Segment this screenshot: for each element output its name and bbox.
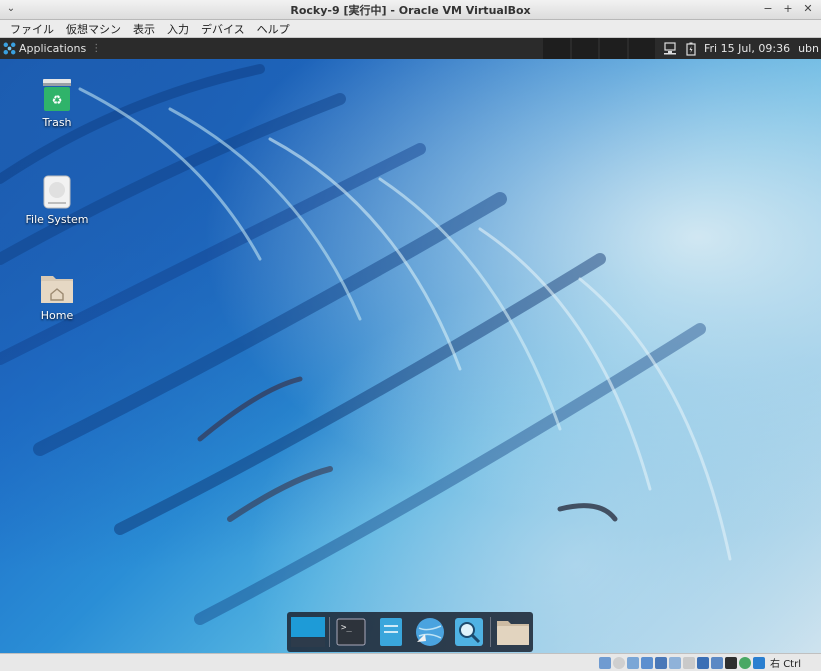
guest-top-panel: Applications ⋮ Fri 15 Jul, 09:36 ubn [0, 38, 821, 59]
panel-tray: Fri 15 Jul, 09:36 ubn [662, 38, 821, 59]
shared-folder-icon[interactable] [669, 656, 682, 669]
desktop-icon-file-system[interactable]: File System [12, 174, 102, 226]
applications-logo-icon [3, 42, 16, 55]
optical-drive-icon[interactable] [613, 656, 626, 669]
wallpaper [0, 64, 732, 625]
network-status-icon[interactable] [641, 656, 654, 669]
minimize-icon[interactable]: − [761, 2, 775, 16]
audio-icon[interactable] [627, 656, 640, 669]
network-icon[interactable] [662, 41, 678, 56]
mouse-integration-icon[interactable] [739, 656, 752, 669]
panel-clock[interactable]: Fri 15 Jul, 09:36 [704, 42, 790, 55]
panel-grip-icon: ⋮ [91, 43, 102, 54]
workspace-1[interactable] [543, 38, 570, 59]
dock-file-manager[interactable] [373, 615, 408, 649]
search-icon [454, 618, 483, 646]
menu-devices[interactable]: デバイス [195, 21, 251, 37]
drive-icon [43, 175, 71, 209]
svg-text:>_: >_ [341, 623, 352, 633]
panel-user[interactable]: ubn [798, 42, 819, 55]
menu-input[interactable]: 入力 [161, 21, 195, 37]
desktop-icon-label: File System [25, 213, 89, 226]
dock: >_ [287, 612, 533, 652]
host-key-label: 右 Ctrl [770, 659, 801, 670]
web-browser-icon [415, 618, 444, 646]
vbox-menubar: ファイル 仮想マシン 表示 入力 デバイス ヘルプ [0, 20, 821, 38]
dock-web-browser[interactable] [412, 615, 447, 649]
show-desktop-icon [290, 617, 325, 647]
home-folder-icon [41, 276, 73, 303]
dock-separator [490, 617, 492, 647]
usb-icon[interactable] [655, 656, 668, 669]
clipboard-icon[interactable] [683, 656, 696, 669]
recording-icon[interactable] [711, 656, 724, 669]
menu-help[interactable]: ヘルプ [251, 21, 296, 37]
dock-terminal[interactable]: >_ [334, 615, 369, 649]
vbox-statusbar: 右 Ctrl [0, 653, 821, 671]
folder-icon [496, 621, 529, 645]
hdd-status-icon[interactable] [599, 656, 612, 669]
battery-icon[interactable] [686, 42, 696, 56]
applications-menu-button[interactable]: Applications ⋮ [0, 38, 101, 59]
window-title: Rocky-9 [実行中] - Oracle VM VirtualBox [290, 3, 531, 17]
close-icon[interactable]: ✕ [801, 2, 815, 16]
trash-icon: ♻ [43, 79, 71, 111]
menu-view[interactable]: 表示 [127, 21, 161, 37]
display-icon[interactable] [697, 656, 710, 669]
desktop-icon-label: Trash [42, 116, 72, 129]
desktop-icon-trash[interactable]: ♻ Trash [12, 77, 102, 129]
maximize-icon[interactable]: + [781, 2, 795, 16]
dock-show-desktop[interactable] [290, 615, 325, 649]
file-manager-icon [379, 618, 402, 646]
desktop-icon-label: Home [40, 309, 74, 322]
window-titlebar[interactable]: ⌄ Rocky-9 [実行中] - Oracle VM VirtualBox −… [0, 0, 821, 20]
workspace-3[interactable] [600, 38, 627, 59]
workspace-4[interactable] [628, 38, 655, 59]
workspace-switcher[interactable] [543, 38, 655, 59]
dock-separator [329, 617, 330, 647]
cpu-icon[interactable] [725, 656, 738, 669]
applications-label: Applications [19, 42, 87, 55]
workspace-2[interactable] [571, 38, 598, 59]
menu-machine[interactable]: 仮想マシン [60, 21, 127, 37]
keyboard-capture-icon[interactable] [753, 656, 766, 669]
dock-search[interactable] [451, 615, 486, 649]
menu-file[interactable]: ファイル [4, 21, 60, 37]
window-controls: − + ✕ [761, 2, 815, 16]
svg-text:♻: ♻ [52, 93, 63, 107]
terminal-icon: >_ [336, 618, 366, 646]
chevron-down-icon[interactable]: ⌄ [4, 2, 18, 16]
desktop-icon-home[interactable]: Home [12, 270, 102, 322]
desktop-area[interactable]: ♻ Trash File System Home [0, 59, 821, 653]
dock-folder[interactable] [495, 615, 530, 649]
